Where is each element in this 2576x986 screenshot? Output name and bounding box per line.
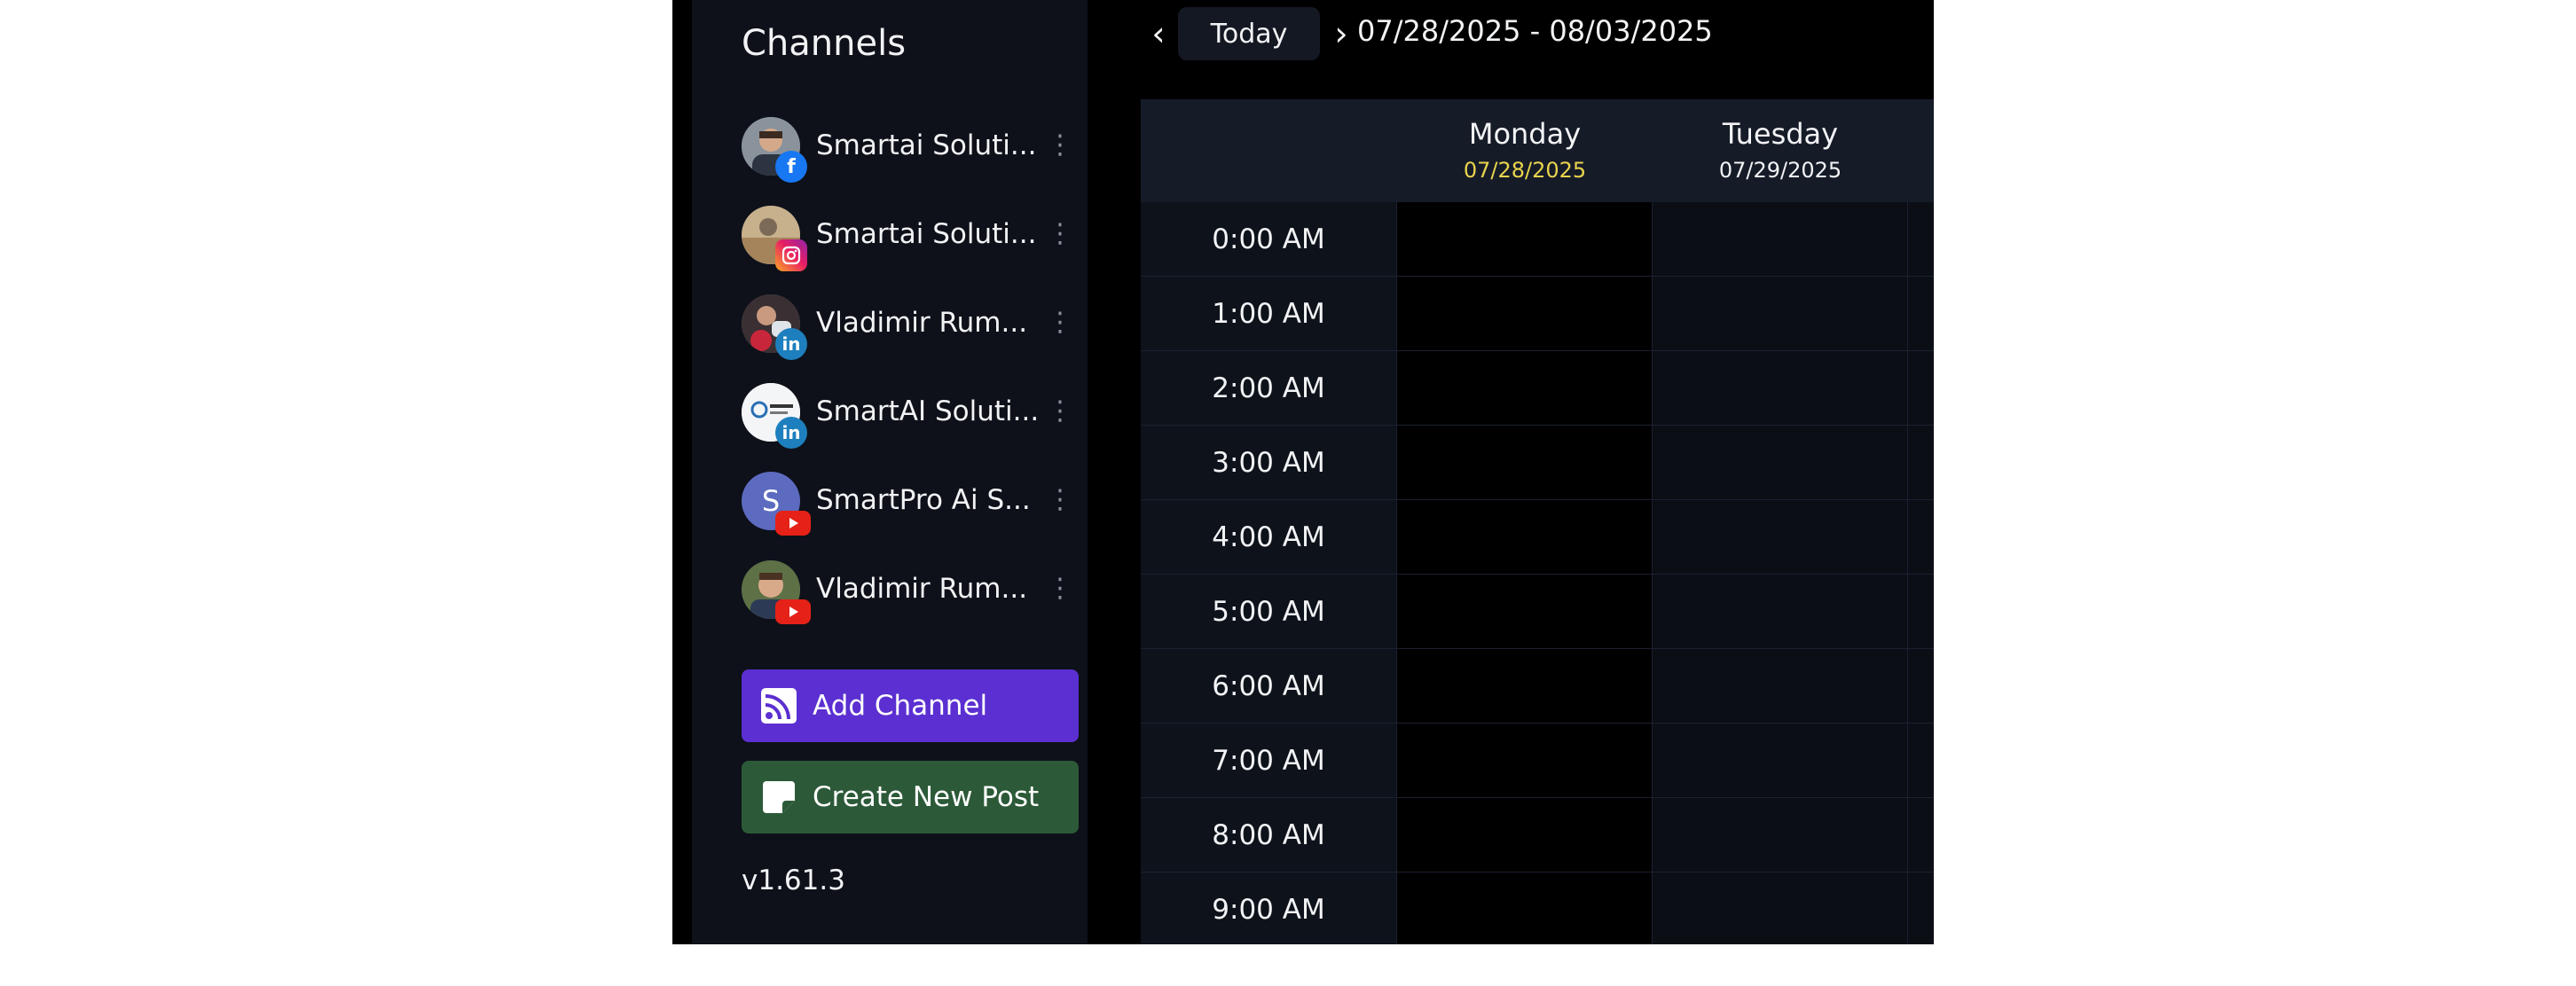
calendar-slot[interactable]	[1397, 873, 1653, 944]
more-options-icon[interactable]: ⋮	[1047, 305, 1073, 340]
calendar-slot[interactable]	[1397, 798, 1653, 872]
calendar-slot[interactable]	[1908, 500, 1934, 574]
time-label: 2:00 AM	[1141, 351, 1397, 425]
time-row: 4:00 AM	[1141, 500, 1934, 575]
time-label: 4:00 AM	[1141, 500, 1397, 574]
time-label: 1:00 AM	[1141, 277, 1397, 350]
calendar-slot[interactable]	[1653, 277, 1908, 350]
chevron-right-icon[interactable]: ›	[1325, 12, 1357, 55]
more-options-icon[interactable]: ⋮	[1047, 482, 1073, 518]
time-row: 9:00 AM	[1141, 873, 1934, 944]
calendar-slot[interactable]	[1908, 202, 1934, 276]
calendar-slot[interactable]	[1653, 202, 1908, 276]
channel-item[interactable]: in Vladimir Rum... ⋮	[742, 294, 1079, 362]
linkedin-icon: in	[775, 328, 807, 360]
calendar-slot[interactable]	[1397, 202, 1653, 276]
day-date: 07/29/2025	[1718, 158, 1842, 183]
time-label: 7:00 AM	[1141, 724, 1397, 797]
channels-sidebar: Channels f Smartai Soluti... ⋮ Smartai S…	[692, 0, 1088, 944]
facebook-icon: f	[775, 151, 807, 183]
sticky-note-icon	[761, 779, 797, 815]
channel-item[interactable]: S SmartPro Ai S... ⋮	[742, 472, 1079, 539]
calendar-slot[interactable]	[1653, 500, 1908, 574]
calendar-slot[interactable]	[1908, 873, 1934, 944]
calendar-slot[interactable]	[1653, 351, 1908, 425]
calendar-slot[interactable]	[1397, 724, 1653, 797]
sidebar-title: Channels	[742, 23, 907, 64]
more-options-icon[interactable]: ⋮	[1047, 571, 1073, 606]
linkedin-icon: in	[775, 417, 807, 449]
more-options-icon[interactable]: ⋮	[1047, 128, 1073, 163]
create-new-post-button[interactable]: Create New Post	[742, 761, 1079, 833]
time-row: 2:00 AM	[1141, 351, 1934, 426]
channel-name: Vladimir Rum...	[816, 307, 1028, 339]
channel-name: SmartPro Ai S...	[816, 484, 1031, 516]
create-new-post-label: Create New Post	[813, 781, 1040, 813]
time-row: 1:00 AM	[1141, 277, 1934, 351]
add-channel-button[interactable]: Add Channel	[742, 669, 1079, 742]
more-options-icon[interactable]: ⋮	[1047, 394, 1073, 429]
calendar-slot[interactable]	[1397, 277, 1653, 350]
chevron-left-icon[interactable]: ‹	[1143, 12, 1174, 55]
time-row: 0:00 AM	[1141, 202, 1934, 277]
time-row: 8:00 AM	[1141, 798, 1934, 873]
app-version: v1.61.3	[742, 865, 845, 896]
time-label: 8:00 AM	[1141, 798, 1397, 872]
calendar-slot[interactable]	[1908, 277, 1934, 350]
calendar-slot[interactable]	[1908, 649, 1934, 723]
today-button[interactable]: Today	[1178, 7, 1320, 60]
day-name: Tuesday	[1722, 117, 1839, 151]
day-header-tuesday: Tuesday 07/29/2025	[1653, 99, 1908, 202]
time-row: 6:00 AM	[1141, 649, 1934, 724]
calendar-slot[interactable]	[1653, 426, 1908, 499]
app-window: Channels f Smartai Soluti... ⋮ Smartai S…	[672, 0, 1934, 944]
calendar-slot[interactable]	[1908, 724, 1934, 797]
calendar-slot[interactable]	[1653, 575, 1908, 648]
channel-item[interactable]: in SmartAI Soluti... ⋮	[742, 383, 1079, 450]
channel-name: SmartAI Soluti...	[816, 395, 1040, 427]
instagram-icon	[775, 239, 807, 271]
channel-item[interactable]: Smartai Soluti... ⋮	[742, 206, 1079, 273]
week-calendar: Monday 07/28/2025 Tuesday 07/29/2025 0:0…	[1141, 99, 1934, 944]
time-label: 9:00 AM	[1141, 873, 1397, 944]
calendar-slot[interactable]	[1397, 351, 1653, 425]
channel-item[interactable]: f Smartai Soluti... ⋮	[742, 117, 1079, 184]
calendar-slot[interactable]	[1653, 724, 1908, 797]
more-options-icon[interactable]: ⋮	[1047, 216, 1073, 252]
time-row: 5:00 AM	[1141, 575, 1934, 649]
calendar-slot[interactable]	[1397, 575, 1653, 648]
calendar-slot[interactable]	[1397, 649, 1653, 723]
channel-name: Vladimir Rum...	[816, 573, 1028, 605]
calendar-slot[interactable]	[1397, 500, 1653, 574]
time-label: 0:00 AM	[1141, 202, 1397, 276]
day-header-monday: Monday 07/28/2025	[1397, 99, 1653, 202]
channel-name: Smartai Soluti...	[816, 129, 1037, 161]
calendar-slot[interactable]	[1908, 798, 1934, 872]
calendar-slot[interactable]	[1908, 575, 1934, 648]
calendar-slot[interactable]	[1653, 798, 1908, 872]
calendar-slot[interactable]	[1908, 351, 1934, 425]
time-row: 7:00 AM	[1141, 724, 1934, 798]
time-row: 3:00 AM	[1141, 426, 1934, 500]
youtube-icon	[775, 599, 811, 624]
day-name: Monday	[1468, 117, 1582, 151]
add-channel-label: Add Channel	[813, 690, 988, 722]
calendar-slot[interactable]	[1908, 426, 1934, 499]
channel-name: Smartai Soluti...	[816, 218, 1037, 250]
time-label: 3:00 AM	[1141, 426, 1397, 499]
time-label: 6:00 AM	[1141, 649, 1397, 723]
youtube-icon	[775, 511, 811, 536]
time-label: 5:00 AM	[1141, 575, 1397, 648]
rss-feed-icon	[761, 688, 797, 724]
calendar-header: Monday 07/28/2025 Tuesday 07/29/2025	[1141, 99, 1934, 202]
calendar-slot[interactable]	[1397, 426, 1653, 499]
date-range: 07/28/2025 - 08/03/2025	[1357, 14, 1713, 48]
channel-item[interactable]: Vladimir Rum... ⋮	[742, 560, 1079, 628]
calendar-slot[interactable]	[1653, 649, 1908, 723]
calendar-slot[interactable]	[1653, 873, 1908, 944]
day-date: 07/28/2025	[1463, 158, 1587, 183]
